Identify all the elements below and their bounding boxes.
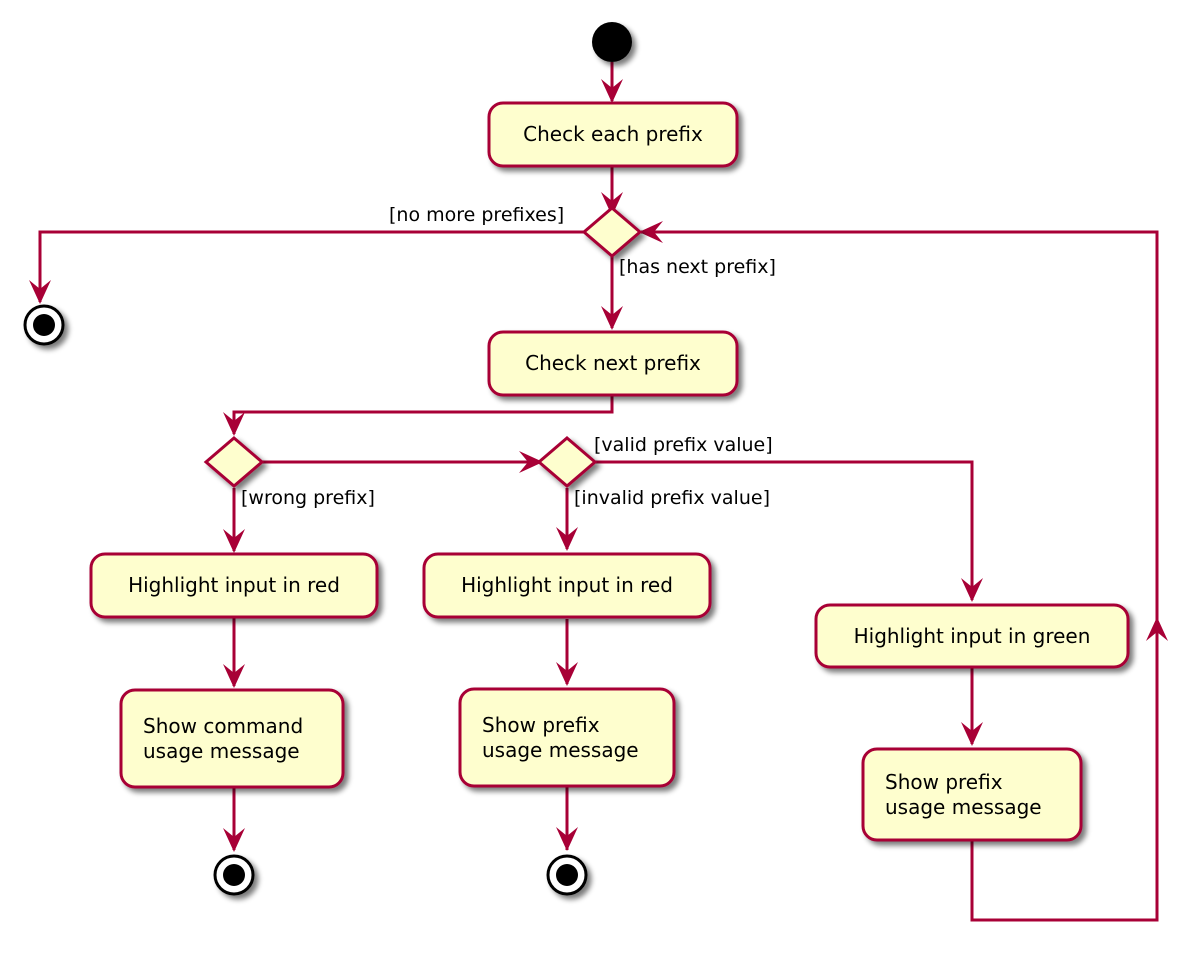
decision-has-next-prefix xyxy=(581,206,643,258)
diagram-canvas xyxy=(23,22,1168,922)
activity-box-check-each-prefix xyxy=(487,101,739,168)
activity-diagram: Check each prefix Check next prefix High… xyxy=(0,0,1199,965)
activity-box-show-command-usage xyxy=(119,688,345,789)
final-node-left-branch xyxy=(213,854,255,896)
activity-box-highlight-green xyxy=(814,603,1130,669)
activity-box-show-prefix-usage-right xyxy=(861,747,1083,842)
final-node-middle-branch xyxy=(546,854,588,896)
edge-no-more-prefixes xyxy=(38,230,585,302)
start-node xyxy=(592,22,632,62)
activity-box-highlight-red-middle xyxy=(422,552,712,619)
decision-wrong-prefix xyxy=(203,436,265,488)
final-node-no-more-prefixes xyxy=(23,304,65,346)
activity-box-show-prefix-usage-middle xyxy=(458,687,676,788)
activity-box-highlight-red-left xyxy=(89,552,379,619)
edge-check-next-to-wrong-diamond xyxy=(232,394,614,434)
activity-box-check-next-prefix xyxy=(487,330,739,397)
decision-prefix-value xyxy=(536,436,598,488)
